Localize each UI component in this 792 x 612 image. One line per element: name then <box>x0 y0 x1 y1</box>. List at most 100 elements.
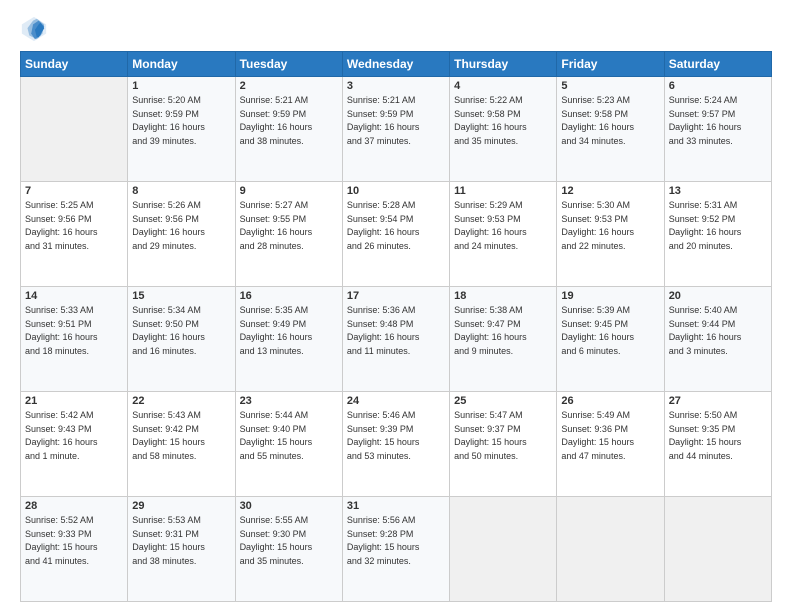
calendar-cell-5-3: 30 Sunrise: 5:55 AM Sunset: 9:30 PM Dayli… <box>235 497 342 602</box>
day-number: 13 <box>669 185 767 197</box>
calendar-cell-2-3: 9 Sunrise: 5:27 AM Sunset: 9:55 PM Daylig… <box>235 182 342 287</box>
day-info: Sunrise: 5:21 AM Sunset: 9:59 PM Dayligh… <box>347 94 445 148</box>
weekday-header-friday: Friday <box>557 52 664 77</box>
day-number: 28 <box>25 500 123 512</box>
calendar-cell-3-3: 16 Sunrise: 5:35 AM Sunset: 9:49 PM Dayli… <box>235 287 342 392</box>
day-number: 23 <box>240 395 338 407</box>
day-number: 31 <box>347 500 445 512</box>
calendar-cell-3-4: 17 Sunrise: 5:36 AM Sunset: 9:48 PM Dayli… <box>342 287 449 392</box>
calendar-cell-4-3: 23 Sunrise: 5:44 AM Sunset: 9:40 PM Dayli… <box>235 392 342 497</box>
day-info: Sunrise: 5:20 AM Sunset: 9:59 PM Dayligh… <box>132 94 230 148</box>
day-number: 4 <box>454 80 552 92</box>
day-number: 7 <box>25 185 123 197</box>
header <box>20 15 772 43</box>
calendar-cell-2-4: 10 Sunrise: 5:28 AM Sunset: 9:54 PM Dayli… <box>342 182 449 287</box>
day-info: Sunrise: 5:27 AM Sunset: 9:55 PM Dayligh… <box>240 199 338 253</box>
day-info: Sunrise: 5:55 AM Sunset: 9:30 PM Dayligh… <box>240 514 338 568</box>
day-info: Sunrise: 5:50 AM Sunset: 9:35 PM Dayligh… <box>669 409 767 463</box>
day-info: Sunrise: 5:34 AM Sunset: 9:50 PM Dayligh… <box>132 304 230 358</box>
calendar-cell-1-5: 4Sunrise: 5:22 AM Sunset: 9:58 PM Daylig… <box>450 77 557 182</box>
weekday-header-row: SundayMondayTuesdayWednesdayThursdayFrid… <box>21 52 772 77</box>
day-number: 17 <box>347 290 445 302</box>
day-number: 6 <box>669 80 767 92</box>
day-info: Sunrise: 5:46 AM Sunset: 9:39 PM Dayligh… <box>347 409 445 463</box>
day-info: Sunrise: 5:47 AM Sunset: 9:37 PM Dayligh… <box>454 409 552 463</box>
calendar-cell-2-6: 12Sunrise: 5:30 AM Sunset: 9:53 PM Dayli… <box>557 182 664 287</box>
day-number: 8 <box>132 185 230 197</box>
day-info: Sunrise: 5:28 AM Sunset: 9:54 PM Dayligh… <box>347 199 445 253</box>
day-number: 27 <box>669 395 767 407</box>
weekday-header-sunday: Sunday <box>21 52 128 77</box>
calendar-cell-5-1: 28Sunrise: 5:52 AM Sunset: 9:33 PM Dayli… <box>21 497 128 602</box>
day-info: Sunrise: 5:26 AM Sunset: 9:56 PM Dayligh… <box>132 199 230 253</box>
day-info: Sunrise: 5:30 AM Sunset: 9:53 PM Dayligh… <box>561 199 659 253</box>
day-info: Sunrise: 5:25 AM Sunset: 9:56 PM Dayligh… <box>25 199 123 253</box>
calendar-cell-3-2: 15 Sunrise: 5:34 AM Sunset: 9:50 PM Dayli… <box>128 287 235 392</box>
day-number: 25 <box>454 395 552 407</box>
day-info: Sunrise: 5:36 AM Sunset: 9:48 PM Dayligh… <box>347 304 445 358</box>
calendar-week-row-5: 28Sunrise: 5:52 AM Sunset: 9:33 PM Dayli… <box>21 497 772 602</box>
day-number: 16 <box>240 290 338 302</box>
logo <box>20 15 52 43</box>
day-number: 24 <box>347 395 445 407</box>
weekday-header-thursday: Thursday <box>450 52 557 77</box>
day-number: 29 <box>132 500 230 512</box>
calendar-cell-4-5: 25 Sunrise: 5:47 AM Sunset: 9:37 PM Dayli… <box>450 392 557 497</box>
calendar-cell-4-7: 27 Sunrise: 5:50 AM Sunset: 9:35 PM Dayli… <box>664 392 771 497</box>
calendar-cell-3-6: 19 Sunrise: 5:39 AM Sunset: 9:45 PM Dayli… <box>557 287 664 392</box>
calendar-cell-2-5: 11 Sunrise: 5:29 AM Sunset: 9:53 PM Dayli… <box>450 182 557 287</box>
weekday-header-tuesday: Tuesday <box>235 52 342 77</box>
calendar-cell-4-1: 21Sunrise: 5:42 AM Sunset: 9:43 PM Dayli… <box>21 392 128 497</box>
calendar-cell-5-5 <box>450 497 557 602</box>
day-number: 26 <box>561 395 659 407</box>
weekday-header-wednesday: Wednesday <box>342 52 449 77</box>
page: SundayMondayTuesdayWednesdayThursdayFrid… <box>0 0 792 612</box>
calendar-cell-5-6 <box>557 497 664 602</box>
calendar-cell-1-6: 5Sunrise: 5:23 AM Sunset: 9:58 PM Daylig… <box>557 77 664 182</box>
calendar-cell-5-7 <box>664 497 771 602</box>
weekday-header-monday: Monday <box>128 52 235 77</box>
calendar-cell-4-6: 26 Sunrise: 5:49 AM Sunset: 9:36 PM Dayli… <box>557 392 664 497</box>
calendar-week-row-3: 14 Sunrise: 5:33 AM Sunset: 9:51 PM Dayli… <box>21 287 772 392</box>
day-info: Sunrise: 5:21 AM Sunset: 9:59 PM Dayligh… <box>240 94 338 148</box>
day-number: 11 <box>454 185 552 197</box>
day-info: Sunrise: 5:49 AM Sunset: 9:36 PM Dayligh… <box>561 409 659 463</box>
calendar-week-row-1: 1Sunrise: 5:20 AM Sunset: 9:59 PM Daylig… <box>21 77 772 182</box>
day-number: 30 <box>240 500 338 512</box>
calendar-week-row-2: 7 Sunrise: 5:25 AM Sunset: 9:56 PM Daylig… <box>21 182 772 287</box>
day-info: Sunrise: 5:29 AM Sunset: 9:53 PM Dayligh… <box>454 199 552 253</box>
calendar-week-row-4: 21Sunrise: 5:42 AM Sunset: 9:43 PM Dayli… <box>21 392 772 497</box>
calendar-cell-1-4: 3Sunrise: 5:21 AM Sunset: 9:59 PM Daylig… <box>342 77 449 182</box>
day-number: 10 <box>347 185 445 197</box>
day-info: Sunrise: 5:33 AM Sunset: 9:51 PM Dayligh… <box>25 304 123 358</box>
calendar-cell-5-2: 29Sunrise: 5:53 AM Sunset: 9:31 PM Dayli… <box>128 497 235 602</box>
calendar-table: SundayMondayTuesdayWednesdayThursdayFrid… <box>20 51 772 602</box>
calendar-cell-2-7: 13 Sunrise: 5:31 AM Sunset: 9:52 PM Dayli… <box>664 182 771 287</box>
day-info: Sunrise: 5:43 AM Sunset: 9:42 PM Dayligh… <box>132 409 230 463</box>
day-info: Sunrise: 5:44 AM Sunset: 9:40 PM Dayligh… <box>240 409 338 463</box>
day-number: 22 <box>132 395 230 407</box>
day-number: 9 <box>240 185 338 197</box>
weekday-header-saturday: Saturday <box>664 52 771 77</box>
day-info: Sunrise: 5:40 AM Sunset: 9:44 PM Dayligh… <box>669 304 767 358</box>
day-number: 5 <box>561 80 659 92</box>
day-info: Sunrise: 5:35 AM Sunset: 9:49 PM Dayligh… <box>240 304 338 358</box>
day-info: Sunrise: 5:24 AM Sunset: 9:57 PM Dayligh… <box>669 94 767 148</box>
day-number: 20 <box>669 290 767 302</box>
calendar-cell-1-7: 6 Sunrise: 5:24 AM Sunset: 9:57 PM Daylig… <box>664 77 771 182</box>
day-number: 15 <box>132 290 230 302</box>
day-info: Sunrise: 5:39 AM Sunset: 9:45 PM Dayligh… <box>561 304 659 358</box>
calendar-cell-3-5: 18 Sunrise: 5:38 AM Sunset: 9:47 PM Dayli… <box>450 287 557 392</box>
calendar-cell-3-7: 20 Sunrise: 5:40 AM Sunset: 9:44 PM Dayli… <box>664 287 771 392</box>
day-number: 19 <box>561 290 659 302</box>
day-number: 2 <box>240 80 338 92</box>
day-number: 21 <box>25 395 123 407</box>
day-info: Sunrise: 5:38 AM Sunset: 9:47 PM Dayligh… <box>454 304 552 358</box>
calendar-cell-2-1: 7 Sunrise: 5:25 AM Sunset: 9:56 PM Daylig… <box>21 182 128 287</box>
calendar-cell-2-2: 8 Sunrise: 5:26 AM Sunset: 9:56 PM Daylig… <box>128 182 235 287</box>
day-number: 14 <box>25 290 123 302</box>
day-number: 18 <box>454 290 552 302</box>
day-info: Sunrise: 5:31 AM Sunset: 9:52 PM Dayligh… <box>669 199 767 253</box>
calendar-cell-4-4: 24 Sunrise: 5:46 AM Sunset: 9:39 PM Dayli… <box>342 392 449 497</box>
calendar-cell-5-4: 31Sunrise: 5:56 AM Sunset: 9:28 PM Dayli… <box>342 497 449 602</box>
